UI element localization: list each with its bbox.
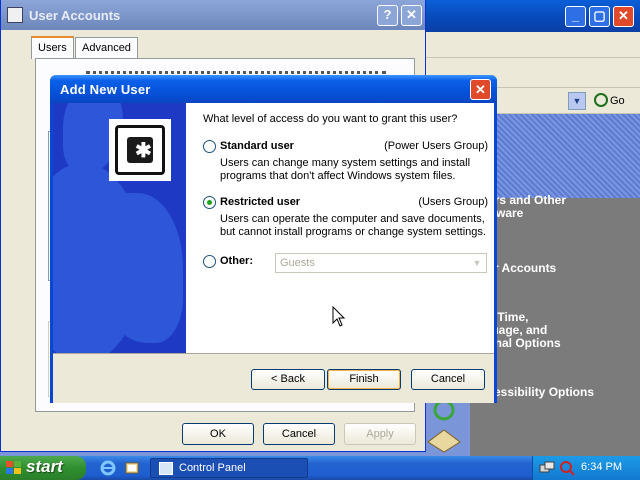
tab-users[interactable]: Users (31, 36, 74, 59)
minimize-button[interactable]: _ (565, 6, 586, 27)
standard-user-radio[interactable] (203, 140, 216, 153)
access-question: What level of access do you want to gran… (203, 113, 458, 125)
help-button[interactable]: ? (377, 5, 398, 26)
address-dropdown-button[interactable]: ▼ (568, 92, 586, 110)
dialog-close-button[interactable]: ✕ (470, 79, 491, 100)
ok-button[interactable]: OK (182, 423, 254, 445)
maximize-button[interactable]: ▢ (589, 6, 610, 27)
back-button[interactable]: < Back (251, 369, 325, 390)
control-panel-icon (159, 462, 173, 475)
category-printers-hardware[interactable]: ters and Other rdware (484, 194, 634, 220)
close-button[interactable]: ✕ (613, 6, 634, 27)
windows-flag-icon (6, 461, 21, 474)
start-label: start (26, 457, 63, 476)
category-icon (427, 429, 461, 453)
other-select-value: Guests (280, 257, 315, 269)
option-standard-user[interactable]: Standard user (Power Users Group) (203, 140, 488, 156)
clock: 6:34 PM (581, 461, 622, 473)
option-other[interactable]: Other: Guests ▼ (203, 253, 488, 273)
standard-user-description: Users can change many system settings an… (220, 157, 471, 182)
restricted-user-group: (Users Group) (418, 196, 488, 208)
category-date-time-language[interactable]: e, Time, guage, and ional Options (484, 311, 624, 350)
go-button[interactable]: Go (590, 91, 636, 111)
dialog-cancel-button[interactable]: Cancel (411, 369, 485, 390)
ie-icon[interactable] (100, 460, 116, 476)
chevron-down-icon: ▼ (472, 258, 482, 268)
dialog-footer: < Back Finish Cancel (53, 353, 494, 403)
category-accessibility[interactable]: essibility Options (494, 386, 634, 399)
ua-close-button[interactable]: ✕ (401, 5, 422, 26)
mouse-cursor-icon (332, 306, 346, 327)
explorer-icon[interactable] (124, 460, 140, 476)
other-radio[interactable] (203, 255, 216, 268)
user-accounts-icon (7, 7, 23, 23)
other-label[interactable]: Other: (220, 255, 253, 267)
taskbar-item-control-panel[interactable]: Control Panel (150, 458, 308, 478)
apply-button[interactable]: Apply (344, 423, 416, 445)
start-button[interactable]: start (0, 456, 86, 480)
restricted-user-radio[interactable] (203, 196, 216, 209)
go-label: Go (610, 95, 625, 107)
user-accounts-titlebar[interactable]: User Accounts ? ✕ (1, 0, 425, 30)
wizard-side-graphic: ✱ (53, 103, 186, 353)
category-user-accounts[interactable]: r Accounts (494, 262, 634, 275)
ua-cancel-button[interactable]: Cancel (263, 423, 335, 445)
dialog-title: Add New User (60, 82, 151, 97)
option-restricted-user[interactable]: Restricted user (Users Group) (203, 196, 488, 212)
dialog-titlebar[interactable]: Add New User ✕ (50, 75, 497, 103)
user-keycard-icon: ✱ (109, 119, 171, 181)
user-accounts-title: User Accounts (29, 8, 121, 23)
other-group-select[interactable]: Guests ▼ (275, 253, 487, 273)
dialog-body: ✱ What level of access do you want to gr… (53, 103, 494, 353)
finish-button[interactable]: Finish (327, 369, 401, 390)
security-tray-icon[interactable] (559, 460, 575, 476)
add-new-user-dialog: Add New User ✕ ✱ What level of access do… (50, 75, 497, 403)
system-tray: 6:34 PM (532, 456, 640, 480)
tab-advanced[interactable]: Advanced (75, 37, 138, 59)
standard-user-label[interactable]: Standard user (220, 140, 294, 152)
restricted-user-description: Users can operate the computer and save … (220, 213, 486, 238)
standard-user-group: (Power Users Group) (384, 140, 488, 152)
go-arrow-icon (594, 93, 608, 107)
restricted-user-label[interactable]: Restricted user (220, 196, 300, 208)
taskbar: start Control Panel 6:34 PM (0, 456, 640, 480)
network-tray-icon[interactable] (539, 460, 555, 476)
taskbar-item-label: Control Panel (179, 462, 246, 474)
